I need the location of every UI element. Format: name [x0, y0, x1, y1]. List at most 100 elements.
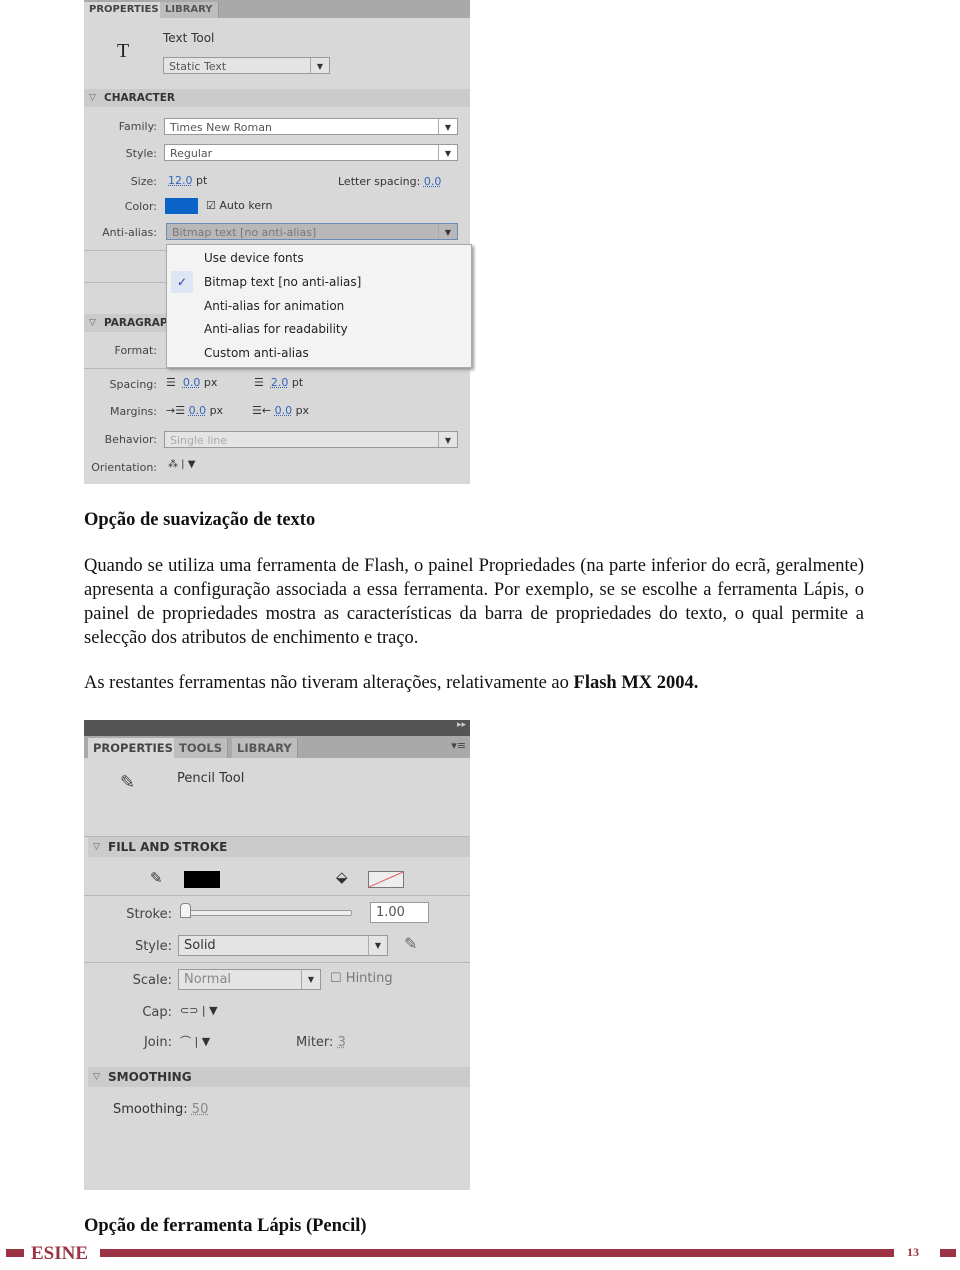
- menu-item[interactable]: Custom anti-alias: [204, 346, 309, 360]
- smoothing-section-header[interactable]: SMOOTHING: [88, 1067, 470, 1087]
- auto-kern-checkbox[interactable]: ☑ Auto kern: [206, 199, 272, 212]
- text-tool-icon: T: [117, 40, 130, 62]
- size-value[interactable]: 12.0: [168, 174, 193, 187]
- color-label: Color:: [124, 200, 157, 213]
- chevron-down-icon: ▼: [368, 936, 387, 955]
- join-round-icon: ⌒: [180, 1035, 191, 1048]
- style-label: Style:: [125, 147, 157, 160]
- collapse-icon[interactable]: ▸▸: [457, 720, 466, 730]
- format-label: Format:: [114, 344, 157, 357]
- hinting-checkbox[interactable]: ☐ Hinting: [330, 971, 393, 986]
- chevron-down-icon: ▼: [310, 58, 329, 73]
- menu-item[interactable]: Use device fonts: [204, 251, 304, 265]
- antialias-label: Anti-alias:: [102, 226, 157, 239]
- chevron-down-icon: ▼: [438, 119, 457, 134]
- stroke-color-pencil-icon: ✎: [150, 869, 163, 887]
- menu-item[interactable]: Anti-alias for readability: [204, 322, 348, 336]
- stroke-slider-handle[interactable]: [180, 903, 191, 918]
- fill-color-none-swatch[interactable]: [368, 871, 404, 888]
- page-number: 13: [907, 1245, 919, 1259]
- letter-spacing-label: Letter spacing:: [338, 175, 421, 188]
- smoothing-value[interactable]: 50: [192, 1102, 209, 1117]
- cap-label: Cap:: [142, 1005, 172, 1020]
- cap-select[interactable]: ⊂⊃ | ▼: [180, 1004, 218, 1017]
- body-paragraph: Quando se utiliza uma ferramenta de Flas…: [84, 556, 864, 648]
- text-orientation-icon: ⁂: [168, 459, 178, 470]
- style-select[interactable]: Regular ▼: [164, 144, 458, 161]
- panel-menu-icon[interactable]: ▾≡: [451, 739, 466, 752]
- paint-bucket-icon: ⬙: [336, 868, 348, 886]
- indent-icon: ☰: [166, 376, 176, 389]
- checkbox-checked-icon: ☑: [206, 199, 216, 212]
- letter-spacing-value[interactable]: 0.0: [424, 175, 442, 188]
- tab-properties[interactable]: PROPERTIES: [88, 738, 179, 758]
- family-label: Family:: [118, 120, 157, 133]
- fill-stroke-section-header[interactable]: FILL AND STROKE: [88, 837, 470, 857]
- orientation-label: Orientation:: [91, 461, 157, 474]
- unit: px: [209, 404, 224, 417]
- style-label: Style:: [134, 939, 172, 954]
- chevron-down-icon: ▼: [438, 145, 457, 160]
- line-spacing-value[interactable]: 2.0: [271, 376, 289, 389]
- unit: pt: [291, 376, 304, 389]
- tab-properties[interactable]: PROPERTIES: [84, 2, 165, 18]
- stroke-width-input[interactable]: 1.00: [370, 902, 429, 923]
- smoothing-label: Smoothing:: [113, 1102, 188, 1117]
- tab-tools[interactable]: TOOLS: [174, 738, 229, 758]
- tab-bar: PROPERTIES LIBRARY: [84, 0, 470, 18]
- antialias-select[interactable]: Bitmap text [no anti-alias] ▼: [166, 223, 458, 240]
- behavior-select[interactable]: Single line ▼: [164, 431, 458, 448]
- right-margin-icon: ☰←: [252, 404, 272, 417]
- pencil-properties-panel: ▸▸ PROPERTIES TOOLS LIBRARY ▾≡ ✎ Pencil …: [84, 720, 470, 1190]
- chevron-down-icon: ▼: [301, 970, 320, 989]
- left-margin-value[interactable]: 0.0: [189, 404, 207, 417]
- stroke-style-select[interactable]: Solid ▼: [178, 935, 388, 956]
- unit: px: [203, 376, 218, 389]
- panel-title-bar: ▸▸: [84, 720, 470, 736]
- family-select[interactable]: Times New Roman ▼: [164, 118, 458, 135]
- para-bold: Flash MX 2004.: [573, 673, 699, 693]
- miter-value[interactable]: 3: [338, 1035, 346, 1050]
- orientation-select[interactable]: ⁂ | ▼: [168, 459, 195, 470]
- edit-stroke-style-icon[interactable]: ✎: [404, 934, 417, 953]
- size-unit: pt: [196, 174, 208, 187]
- auto-kern-label: Auto kern: [219, 199, 273, 212]
- footer-bar-left: [6, 1249, 24, 1257]
- join-label: Join:: [143, 1035, 172, 1050]
- text-type-value: Static Text: [169, 60, 227, 73]
- antialias-value: Bitmap text [no anti-alias]: [172, 226, 317, 239]
- body-paragraph-2: As restantes ferramentas não tiveram alt…: [84, 671, 864, 695]
- character-section-header[interactable]: CHARACTER: [84, 89, 470, 107]
- chevron-down-icon: ▼: [438, 224, 457, 239]
- tool-name: Text Tool: [163, 31, 215, 45]
- tab-library[interactable]: LIBRARY: [232, 738, 298, 758]
- stroke-color-swatch[interactable]: [184, 871, 220, 888]
- miter-label: Miter:: [296, 1035, 334, 1050]
- menu-item[interactable]: Bitmap text [no anti-alias]: [204, 275, 361, 289]
- stroke-style-value: Solid: [184, 938, 216, 953]
- left-margin-icon: →☰: [166, 404, 186, 417]
- tab-library[interactable]: LIBRARY: [160, 2, 219, 18]
- tab-bar: PROPERTIES TOOLS LIBRARY ▾≡: [84, 736, 470, 758]
- caption-pencil: Opção de ferramenta Lápis (Pencil): [84, 1216, 367, 1236]
- tool-name: Pencil Tool: [177, 771, 245, 786]
- stroke-slider[interactable]: [180, 910, 352, 916]
- scale-select[interactable]: Normal ▼: [178, 969, 321, 990]
- para-text: As restantes ferramentas não tiveram alt…: [84, 673, 574, 693]
- text-color-swatch[interactable]: [165, 198, 198, 214]
- footer-bar: [100, 1249, 894, 1257]
- join-select[interactable]: ⌒ | ▼: [180, 1033, 210, 1049]
- chevron-down-icon: ▼: [438, 432, 457, 447]
- text-properties-panel: PROPERTIES LIBRARY T Text Tool Static Te…: [84, 0, 470, 484]
- behavior-value: Single line: [170, 434, 228, 447]
- text-type-select[interactable]: Static Text ▼: [163, 57, 330, 74]
- checkbox-icon: ☐: [330, 971, 342, 986]
- cap-round-icon: ⊂⊃: [180, 1004, 199, 1017]
- footer-brand: ESINE: [31, 1243, 89, 1264]
- menu-item[interactable]: Anti-alias for animation: [204, 299, 344, 313]
- margins-label: Margins:: [109, 405, 157, 418]
- spacing-indent-value[interactable]: 0.0: [183, 376, 201, 389]
- caption-antialias: Opção de suavização de texto: [84, 510, 316, 530]
- pencil-tool-icon: ✎: [120, 772, 136, 793]
- right-margin-value[interactable]: 0.0: [275, 404, 293, 417]
